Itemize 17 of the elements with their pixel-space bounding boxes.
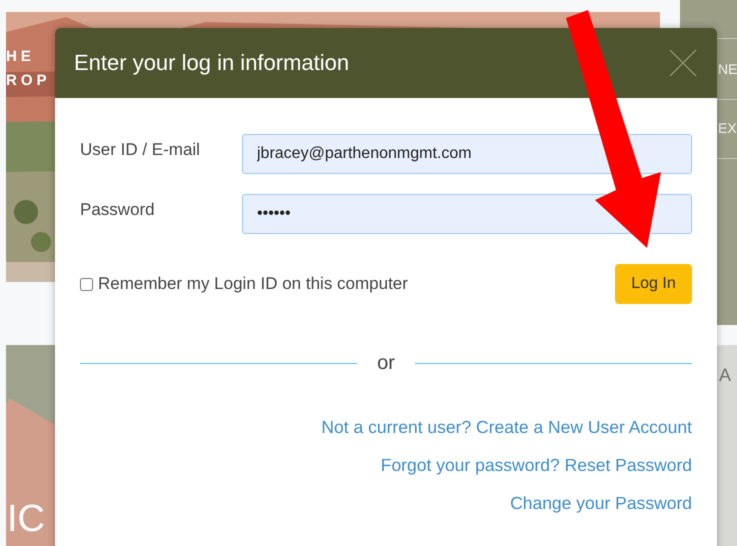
checkbox-label: Remember my Login ID on this computer (98, 274, 408, 294)
side-heading: A (719, 364, 732, 387)
password-field[interactable]: •••••• (242, 194, 692, 234)
field-label: User ID / E-mail (80, 139, 201, 160)
hero-heading: HE (6, 48, 36, 66)
login-button[interactable]: Log In (615, 264, 692, 304)
banner-heading: IC (7, 497, 45, 541)
link[interactable]: Not a current user? Create a New User Account (321, 416, 692, 438)
link[interactable]: Change your Password (510, 492, 692, 514)
close-button[interactable] (669, 49, 697, 77)
hero-heading: ROP (6, 72, 51, 90)
close-icon (669, 49, 697, 77)
link[interactable]: Forgot your password? Reset Password (380, 454, 692, 476)
field-label: Password (80, 199, 156, 220)
separator-text: or (377, 352, 395, 375)
dialog-title: Enter your log in information (74, 50, 350, 76)
remember-checkbox[interactable] (80, 278, 93, 290)
